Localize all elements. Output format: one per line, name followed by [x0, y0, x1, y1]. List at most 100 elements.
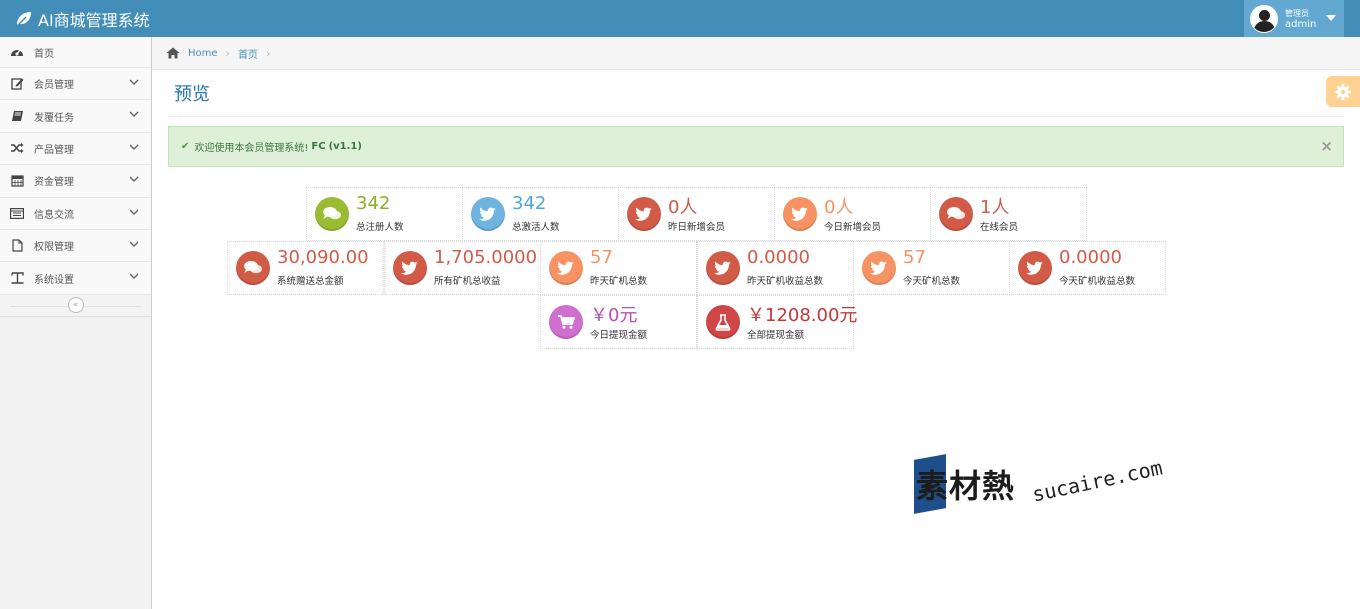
sidebar-item-products[interactable]: 产品管理 [0, 132, 151, 166]
stat-online-members: 1人 在线会员 [930, 187, 1087, 241]
chevron-down-icon [129, 111, 139, 118]
cart-icon [549, 305, 583, 339]
twitter-icon [783, 197, 817, 231]
caret-down-icon [1326, 15, 1336, 21]
stat-value: 1,705.0000 [434, 247, 538, 268]
watermark-logo: 素材熱 sucaire.com [914, 454, 1165, 517]
sidebar-item-label: 产品管理 [34, 144, 74, 156]
check-icon: ✔ [181, 141, 190, 152]
sidebar-item-label: 会员管理 [34, 80, 74, 92]
stat-total-withdrawal: ￥1208.00元 全部提现金额 [697, 295, 858, 349]
stat-label: 总激活人数 [512, 222, 560, 233]
comments-icon [939, 197, 973, 231]
watermark-en: sucaire.com [1030, 455, 1165, 507]
user-name: admin [1285, 18, 1317, 30]
twitter-icon [706, 251, 740, 285]
user-role: 管理员 [1285, 8, 1309, 18]
stat-label: 总注册人数 [356, 222, 404, 233]
gear-icon [1335, 83, 1351, 100]
sidebar-item-label: 资金管理 [34, 177, 74, 189]
twitter-icon [1018, 251, 1052, 285]
sidebar-item-messages[interactable]: 信息交流 [0, 197, 151, 230]
stat-label: 所有矿机总收益 [434, 276, 501, 287]
stat-value: 30,090.00 [277, 247, 369, 268]
stat-value: 0.0000 [747, 247, 810, 268]
stat-system-gift-total: 30,090.00 系统赠送总金额 [227, 241, 384, 295]
stat-value: 0人 [824, 197, 854, 218]
user-menu[interactable]: 管理员 admin [1244, 0, 1344, 37]
sidebar-item-label: 系统设置 [34, 274, 74, 286]
stat-today-miner-income: 0.0000 今天矿机收益总数 [1009, 241, 1166, 295]
stat-value: 342 [356, 193, 391, 214]
stat-label: 昨日新增会员 [668, 222, 726, 233]
stat-label: 今天矿机收益总数 [1059, 276, 1136, 287]
stat-today-miner-count: 57 今天矿机总数 [853, 241, 1010, 295]
sidebar-item-settings[interactable]: 系统设置 [0, 262, 151, 295]
app-title: AI商城管理系统 [38, 11, 150, 30]
breadcrumb-separator: › [265, 46, 271, 60]
chevron-down-icon [129, 79, 139, 85]
stat-label: 全部提现金额 [747, 330, 805, 341]
sidebar: 首页 会员管理 发覆任务 产品管理 资金管理 信息交流 权限管理 系统设置 « [0, 37, 152, 609]
shuffle-icon [10, 141, 24, 155]
app-brand[interactable]: AI商城管理系统 [14, 7, 150, 31]
twitter-icon [549, 251, 583, 285]
twitter-icon [862, 251, 896, 285]
edit-icon [10, 77, 24, 91]
stat-value: 0.0000 [1059, 247, 1122, 268]
chevron-down-icon [129, 209, 139, 215]
home-icon [166, 47, 180, 59]
header-divider [168, 116, 1344, 117]
twitter-icon [393, 251, 427, 285]
text-icon [10, 271, 24, 285]
sidebar-item-tasks[interactable]: 发覆任务 [0, 100, 151, 133]
breadcrumb: Home › 首页 › [152, 37, 1360, 70]
stat-label: 今日提现金额 [590, 330, 648, 341]
welcome-alert: ✔ 欢迎使用本会员管理系统! FC (v1.1) × [168, 126, 1344, 167]
file-icon [10, 239, 24, 253]
collapse-sidebar-button[interactable]: « [67, 297, 84, 314]
stat-total-activated: 342 总激活人数 [462, 187, 619, 241]
stat-yesterday-miner-income: 0.0000 昨天矿机收益总数 [697, 241, 854, 295]
chevron-down-icon [129, 241, 139, 247]
avatar [1250, 4, 1278, 33]
twitter-icon [471, 197, 505, 231]
chevron-down-icon [129, 176, 139, 183]
stat-today-new-members: 0人 今日新增会员 [774, 187, 931, 241]
leaf-icon [16, 12, 31, 27]
list-icon [10, 206, 24, 220]
sidebar-item-permissions[interactable]: 权限管理 [0, 229, 151, 263]
sidebar-collapse: « [0, 294, 151, 317]
top-navbar: AI商城管理系统 管理员 admin [0, 0, 1360, 37]
close-icon[interactable]: × [1320, 137, 1333, 155]
sidebar-item-label: 权限管理 [34, 242, 74, 254]
alert-text: 欢迎使用本会员管理系统! [194, 143, 309, 154]
stat-label: 今日新增会员 [824, 222, 882, 233]
stat-yesterday-new-members: 0人 昨日新增会员 [618, 187, 775, 241]
ace-settings-button[interactable] [1326, 76, 1360, 107]
stat-value: 342 [512, 193, 547, 214]
stat-value: 57 [903, 247, 926, 268]
sidebar-item-home[interactable]: 首页 [0, 37, 151, 68]
stat-value: ￥1208.00元 [747, 305, 858, 326]
breadcrumb-separator: › [225, 46, 230, 60]
sidebar-item-funds[interactable]: 资金管理 [0, 165, 151, 198]
sidebar-item-members[interactable]: 会员管理 [0, 68, 151, 101]
calendar-icon [10, 174, 24, 188]
alert-version: (v1.1) [328, 141, 362, 152]
double-chevron-left-icon: « [72, 300, 79, 311]
stat-label: 在线会员 [980, 222, 1019, 233]
breadcrumb-home-link[interactable]: Home [188, 48, 218, 59]
book-icon [10, 109, 24, 123]
sidebar-item-label: 发覆任务 [34, 112, 74, 124]
stat-label: 昨天矿机收益总数 [747, 276, 824, 287]
stat-all-miner-income: 1,705.0000 所有矿机总收益 [384, 241, 541, 295]
stat-total-registered: 342 总注册人数 [306, 187, 463, 241]
comments-icon [315, 197, 349, 231]
breadcrumb-current-link[interactable]: 首页 [238, 46, 258, 61]
stat-value: 57 [590, 247, 613, 268]
page-title: 预览 [174, 84, 210, 105]
stat-today-withdrawal: ￥0元 今日提现金额 [540, 295, 697, 349]
chevron-down-icon [129, 273, 139, 280]
flask-icon [706, 305, 740, 339]
